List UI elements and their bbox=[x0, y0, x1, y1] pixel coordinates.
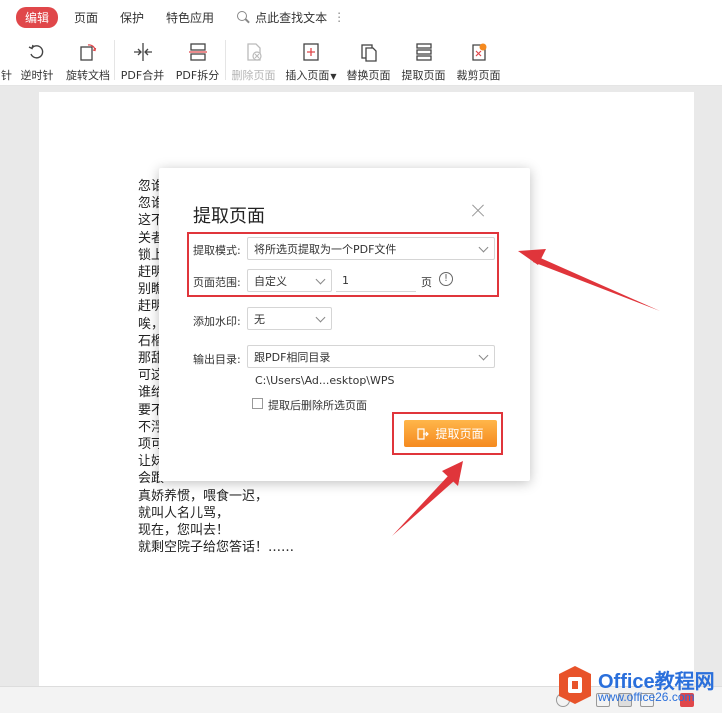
more-icon[interactable]: ⋮ bbox=[333, 10, 345, 24]
rotate-document-button[interactable]: 旋转文档 bbox=[62, 34, 114, 86]
extract-page-icon bbox=[413, 41, 435, 63]
annotation-highlight-options bbox=[187, 232, 499, 297]
document-line: 现在，您叫去！ bbox=[138, 523, 230, 539]
output-dir-value: 跟PDF相同目录 bbox=[254, 350, 331, 364]
replace-page-button[interactable]: 替换页面 bbox=[341, 34, 396, 86]
crop-page-label: 裁剪页面 bbox=[456, 69, 501, 82]
watermark-label: 添加水印: bbox=[193, 315, 241, 328]
search-label: 点此查找文本 bbox=[255, 10, 328, 25]
replace-page-icon bbox=[358, 41, 380, 63]
pdf-split-button[interactable]: PDF拆分 bbox=[170, 34, 225, 86]
search-icon bbox=[236, 10, 250, 24]
pdf-split-icon bbox=[187, 41, 209, 63]
toolbar-partial-label: 针 bbox=[1, 69, 12, 82]
watermark-value: 无 bbox=[254, 312, 265, 326]
crop-page-icon bbox=[468, 41, 490, 63]
tab-special-apps[interactable]: 特色应用 bbox=[166, 9, 214, 26]
document-line: 真娇养惯，喂食一迟， bbox=[138, 488, 269, 504]
pdf-merge-button[interactable]: PDF合并 bbox=[115, 34, 170, 86]
pdf-split-label: PDF拆分 bbox=[175, 69, 220, 82]
chevron-down-icon: ▼ bbox=[330, 72, 337, 81]
toolbar: 针 逆时针 旋转文档 PDF合并 PDF拆分 删除页面 插入页面▼ 替换页面 提… bbox=[0, 34, 722, 86]
output-dir-select[interactable]: 跟PDF相同目录 bbox=[247, 345, 495, 368]
delete-after-label: 提取后删除所选页面 bbox=[268, 399, 367, 412]
tab-protect[interactable]: 保护 bbox=[120, 9, 144, 26]
close-icon[interactable] bbox=[469, 202, 487, 220]
rotate-ccw-button[interactable]: 逆时针 bbox=[12, 34, 62, 86]
site-watermark: Office教程网 www.office26.com bbox=[552, 663, 720, 711]
rotate-ccw-icon bbox=[26, 41, 48, 63]
pdf-merge-label: PDF合并 bbox=[120, 69, 165, 82]
menu-bar: 编辑 页面 保护 特色应用 点此查找文本 ⋮ bbox=[0, 0, 722, 34]
delete-page-icon bbox=[243, 41, 265, 63]
toolbar-partial-item[interactable]: 针 bbox=[0, 34, 12, 86]
extract-page-button[interactable]: 提取页面 bbox=[396, 34, 451, 86]
watermark-url: www.office26.com bbox=[598, 690, 695, 704]
document-line: 就剩空院子给您答话！…… bbox=[138, 540, 295, 556]
search-box[interactable]: 点此查找文本 ⋮ bbox=[236, 9, 345, 26]
watermark-select[interactable]: 无 bbox=[247, 307, 332, 330]
chevron-down-icon bbox=[478, 350, 489, 361]
office-logo-icon bbox=[559, 666, 591, 704]
replace-page-label: 替换页面 bbox=[346, 69, 391, 82]
tab-page[interactable]: 页面 bbox=[74, 9, 98, 26]
rotate-document-label: 旋转文档 bbox=[66, 69, 110, 82]
output-path: C:\Users\Ad...esktop\WPS bbox=[255, 374, 395, 387]
insert-page-icon bbox=[300, 41, 322, 63]
document-line: 就叫人名儿骂， bbox=[138, 505, 230, 521]
annotation-highlight-button bbox=[392, 412, 503, 455]
insert-page-button[interactable]: 插入页面▼ bbox=[281, 34, 341, 86]
insert-page-label: 插入页面▼ bbox=[285, 69, 337, 82]
delete-page-label: 删除页面 bbox=[231, 69, 276, 82]
extract-page-label: 提取页面 bbox=[401, 69, 446, 82]
pdf-merge-icon bbox=[132, 41, 154, 63]
chevron-down-icon bbox=[315, 312, 326, 323]
delete-after-checkbox[interactable] bbox=[252, 398, 263, 409]
rotate-document-icon bbox=[77, 41, 99, 63]
rotate-ccw-label: 逆时针 bbox=[20, 69, 54, 82]
delete-page-button[interactable]: 删除页面 bbox=[226, 34, 281, 86]
dialog-title: 提取页面 bbox=[193, 206, 265, 227]
tab-edit[interactable]: 编辑 bbox=[16, 6, 59, 28]
crop-page-button[interactable]: 裁剪页面 bbox=[451, 34, 506, 86]
output-dir-label: 输出目录: bbox=[193, 353, 241, 366]
